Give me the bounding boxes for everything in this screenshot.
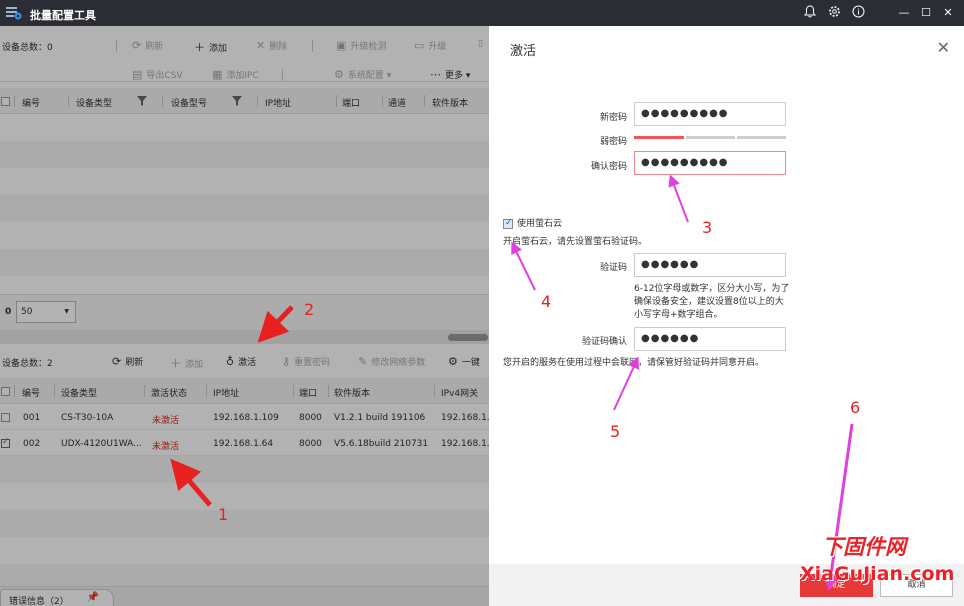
service-notice: 您开启的服务在使用过程中会联网，请保管好验证码并同意开启。 [503, 358, 765, 368]
watermark-line2: XiaGuJian.com [800, 563, 955, 585]
watermark-line1: 下固件网 [822, 535, 906, 559]
new-password-field[interactable]: ●●●●●●●●● [634, 102, 786, 126]
bell-icon[interactable] [802, 5, 818, 21]
dialog-title: 激活 [510, 44, 537, 59]
strength-label: 弱密码 [599, 137, 627, 147]
info-icon[interactable] [850, 5, 866, 21]
new-password-label: 新密码 [599, 113, 627, 123]
confirm-password-field[interactable]: ●●●●●●●●● [634, 151, 786, 175]
annotation-3: 3 [702, 218, 713, 237]
annotation-6: 6 [850, 398, 861, 417]
close-button[interactable]: ✕ [940, 5, 956, 21]
checkbox-checked-icon[interactable] [503, 218, 513, 229]
strength-bar-medium [686, 136, 735, 139]
cloud-hint: 开启萤石云，请先设置萤石验证码。 [503, 237, 648, 247]
annotation-5: 5 [610, 422, 621, 441]
modal-overlay [0, 26, 489, 606]
app-logo-icon [6, 7, 22, 20]
minimize-button[interactable]: — [896, 5, 912, 21]
strength-bar-strong [737, 136, 786, 139]
confirm-password-label: 确认密码 [590, 162, 627, 172]
annotation-1: 1 [218, 505, 229, 524]
title-bar: 批量配置工具 — ☐ ✕ [0, 0, 964, 26]
strength-bar-weak [634, 136, 684, 139]
app-title: 批量配置工具 [30, 9, 96, 22]
annotation-4: 4 [541, 292, 552, 311]
close-icon[interactable]: ✕ [937, 38, 950, 57]
maximize-button[interactable]: ☐ [918, 5, 934, 21]
verify-code-field[interactable]: ●●●●●● [634, 253, 786, 277]
verify-code-rule: 6-12位字母或数字，区分大小写，为了确保设备安全，建议设置8位以上的大小写字母… [634, 284, 790, 320]
verify-confirm-label: 验证码确认 [581, 337, 627, 347]
gear-icon[interactable] [826, 5, 842, 21]
use-cloud-checkbox[interactable]: 使用萤石云 [503, 216, 562, 229]
verify-confirm-field[interactable]: ●●●●●● [634, 327, 786, 351]
annotation-2: 2 [304, 300, 315, 319]
verify-code-label: 验证码 [599, 263, 627, 273]
activate-dialog: 激活 ✕ 新密码 ●●●●●●●●● 弱密码 确认密码 ●●●●●●●●● 使用… [489, 26, 964, 606]
